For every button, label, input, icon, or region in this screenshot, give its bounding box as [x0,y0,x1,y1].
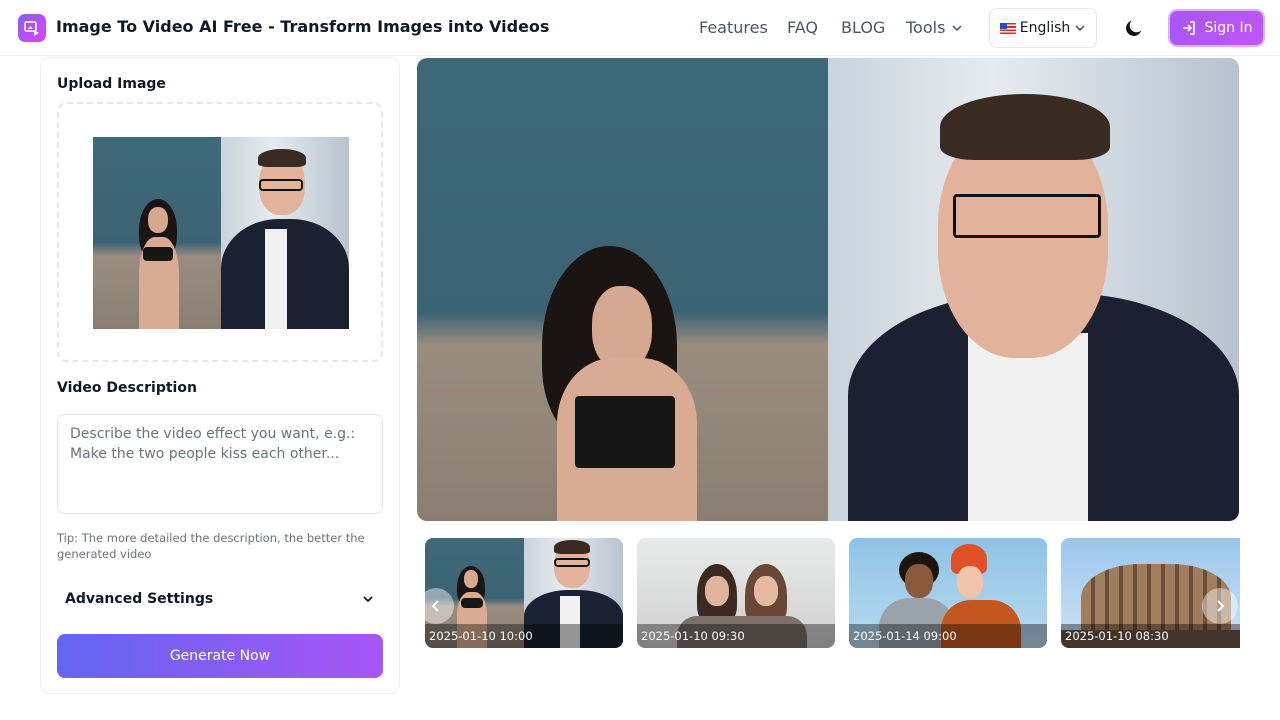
sign-in-button[interactable]: Sign In [1170,11,1263,45]
generate-now-button[interactable]: Generate Now [57,634,383,678]
thumbnail-timestamp: 2025-01-14 09:00 [849,624,1047,648]
video-description-label: Video Description [57,380,197,396]
app-logo[interactable] [18,14,46,42]
upload-image-label: Upload Image [57,76,166,92]
thumbnail-timestamp: 2025-01-10 10:00 [425,624,623,648]
chevron-down-icon [363,596,373,603]
woman-photo [93,137,221,329]
carousel-next-button[interactable] [1202,588,1238,624]
advanced-settings-label: Advanced Settings [65,591,214,607]
chevron-left-icon [431,600,439,612]
chevron-down-icon [952,24,962,31]
image-upload-dropzone[interactable] [57,102,383,362]
nav-blog-link[interactable]: BLOG [841,18,885,37]
chevron-down-icon [1075,25,1085,31]
gallery-thumbnail[interactable]: 2025-01-10 09:30 [637,538,835,648]
thumbnail-timestamp: 2025-01-10 09:30 [637,624,835,648]
image-to-video-icon [24,21,39,36]
description-tip: Tip: The more detailed the description, … [57,531,365,561]
gallery-thumbnail[interactable]: 2025-01-10 10:00 [425,538,623,648]
nav-tools-dropdown[interactable]: Tools [906,18,963,37]
language-selector[interactable]: English [989,8,1097,48]
theme-toggle-button[interactable] [1118,12,1150,44]
nav-features-link[interactable]: Features [699,18,768,37]
generator-form-panel: Upload Image Video Description Tip: The … [40,57,400,694]
preview-man-photo [828,58,1239,521]
sign-in-label: Sign In [1204,20,1253,36]
video-description-input[interactable] [57,414,383,514]
example-gallery-carousel: 2025-01-10 10:00 2025-01-10 09:30 2025-0… [417,530,1240,654]
man-photo [221,137,349,329]
site-title[interactable]: Image To Video AI Free - Transform Image… [56,17,549,36]
nav-faq-link[interactable]: FAQ [787,18,818,37]
preview-woman-photo [417,58,828,521]
carousel-prev-button[interactable] [418,588,454,624]
uploaded-image-preview [93,137,349,329]
thumbnail-timestamp: 2025-01-10 08:30 [1061,624,1240,648]
main-video-preview[interactable] [417,58,1239,521]
advanced-settings-toggle[interactable]: Advanced Settings [57,584,383,614]
us-flag-icon [999,22,1016,34]
language-label: English [1019,20,1071,36]
chevron-right-icon [1217,600,1225,612]
sign-in-icon [1182,21,1195,35]
gallery-thumbnail[interactable]: 2025-01-14 09:00 [849,538,1047,648]
top-navbar: Image To Video AI Free - Transform Image… [0,0,1280,56]
moon-icon [1126,20,1142,36]
nav-tools-label: Tools [906,18,946,37]
